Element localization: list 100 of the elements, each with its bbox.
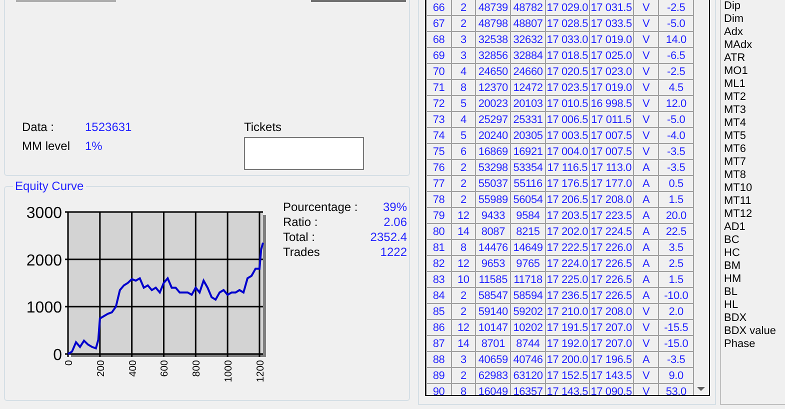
table-cell: V [633,112,659,128]
table-cell: 63120 [510,368,546,384]
table-cell: 5 [451,128,476,144]
list-item[interactable]: BC [724,234,785,247]
list-item[interactable]: MT4 [724,117,785,130]
x-tick-label: 200 [96,360,107,377]
list-item[interactable]: HC [724,247,785,260]
scroll-down-icon[interactable] [697,387,705,391]
list-item[interactable]: MT7 [724,156,785,169]
field-label: MM level [22,139,72,153]
table-cell: 66 [426,0,452,16]
list-item[interactable]: MT6 [724,143,785,156]
list-item[interactable]: MT10 [724,182,785,195]
table-cell: 79 [426,208,452,224]
list-item[interactable]: Dim [724,13,785,26]
table-cell: 58594 [510,288,546,304]
table-cell: 17 223.5 [589,208,634,224]
table-cell: V [633,80,659,96]
list-item[interactable]: MAdx [724,39,785,52]
stat-label: Trades [283,245,321,260]
table-cell: 40659 [476,352,511,368]
table-cell: V [633,336,659,352]
table-cell: 11585 [476,272,511,288]
table-cell: 17 025.0 [589,48,634,64]
table-cell: 9584 [510,208,546,224]
table-cell: 12 [451,208,476,224]
list-item[interactable]: Phase [724,338,785,351]
list-item[interactable]: ATR [724,52,785,65]
table-cell: V [633,16,659,32]
y-tick-label: 3000 [26,205,62,222]
table-cell: A [633,272,659,288]
list-item[interactable]: BL [724,286,785,299]
list-item[interactable]: MT8 [724,169,785,182]
table-cell: 74 [426,128,452,144]
table-cell: 17 143.5 [545,384,590,395]
table-cell: 25331 [510,112,546,128]
table-cell: 10 [451,272,476,288]
table-cell: 14476 [476,240,511,256]
table-cell: 17 196.5 [589,352,634,368]
list-item[interactable]: BDX [724,312,785,325]
table-cell: 2 [451,160,476,176]
table-cell: A [633,288,659,304]
table-cell: 9433 [476,208,511,224]
table-cell: 17 029.0 [545,0,590,16]
table-cell: 12 [451,256,476,272]
list-item[interactable]: BDX value [724,325,785,338]
table-cell: 56054 [510,192,546,208]
table-cell: 3 [451,48,476,64]
table-cell: 17 033.0 [545,32,590,48]
table-cell: A [633,224,659,240]
stat-value: 1222 [379,245,407,260]
table-cell: V [633,144,659,160]
table-cell: 48782 [510,0,546,16]
list-item[interactable]: Adx [724,26,785,39]
table-cell: 11718 [510,272,546,288]
list-item[interactable]: MT5 [724,130,785,143]
tickets-field[interactable] [244,137,364,170]
table-cell: 17 192.0 [545,336,590,352]
list-item[interactable]: HL [724,299,785,312]
list-item[interactable]: ML1 [724,78,785,91]
table-cell: A [633,192,659,208]
table-cell: 10147 [476,320,511,336]
table-cell: 55116 [510,176,546,192]
table-cell: A [633,160,659,176]
table-cell: 17 004.0 [545,144,590,160]
table-cell: 14 [451,336,476,352]
table-cell: A [633,240,659,256]
list-item[interactable]: MT3 [724,104,785,117]
table-cell: 17 090.5 [589,384,634,395]
table-cell: 12370 [476,80,511,96]
table-cell: 68 [426,32,452,48]
table-cell: 69 [426,48,452,64]
table-cell: 17 202.0 [545,224,590,240]
table-cell: 17 031.5 [589,0,634,16]
table-cell: 17 023.0 [589,64,634,80]
list-item[interactable]: AD1 [724,221,785,234]
list-item[interactable]: BM [724,260,785,273]
table-cell: 17 028.5 [545,16,590,32]
list-item[interactable]: MT12 [724,208,785,221]
table-cell: 55989 [476,192,511,208]
table-cell: V [633,48,659,64]
table-cell: 32632 [510,32,546,48]
list-item[interactable]: Dip [724,0,785,13]
stat-value: 2.06 [382,215,407,230]
list-item[interactable]: MT2 [724,91,785,104]
table-cell: 16869 [476,144,511,160]
table-cell: V [633,0,659,16]
list-item[interactable]: MT11 [724,195,785,208]
table-cell: 17 222.5 [545,240,590,256]
table-cell: 10202 [510,320,546,336]
list-item[interactable]: MO1 [724,65,785,78]
table-cell: 2 [451,368,476,384]
table-cell: 17 116.5 [545,160,590,176]
table-cell: 20023 [476,96,511,112]
table-cell: 12 [451,320,476,336]
table-cell: 17 210.0 [545,304,590,320]
table-cell: 17 203.5 [545,208,590,224]
table-cell: 17 033.5 [589,16,634,32]
list-item[interactable]: HM [724,273,785,286]
table-cell: 76 [426,160,452,176]
